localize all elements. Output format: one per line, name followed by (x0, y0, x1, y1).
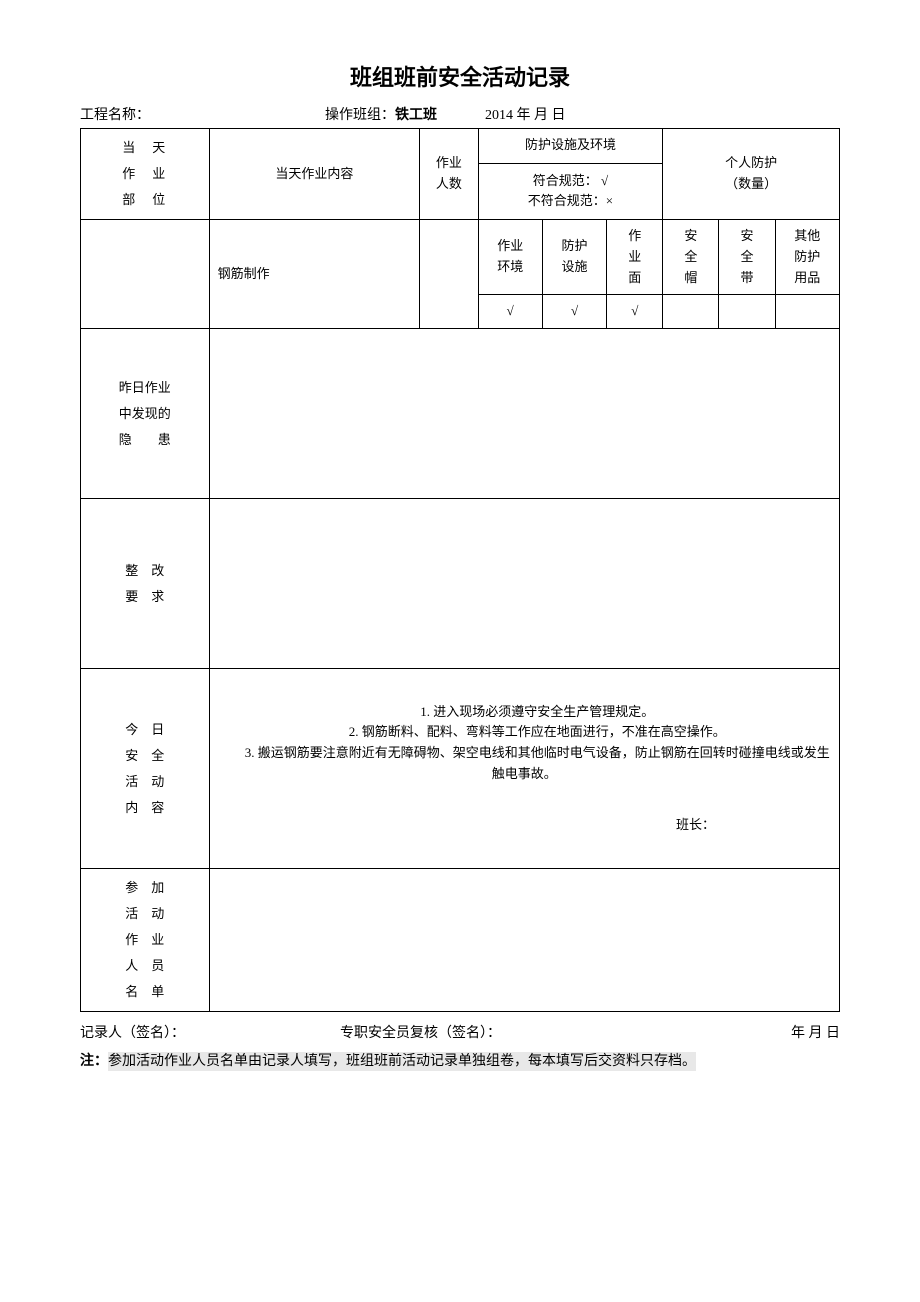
footnote: 注：参加活动作业人员名单由记录人填写，班组班前活动记录单独组卷，每本填写后交资料… (80, 1050, 840, 1070)
date-field: 2014 年 月 日 (485, 104, 566, 124)
mark-helmet (663, 295, 719, 329)
meta-line: 工程名称： 操作班组：铁工班 2014 年 月 日 (80, 104, 840, 124)
mark-facility: √ (542, 295, 606, 329)
label-attendees: 参 加 活 动 作 业 人 员 名 单 (81, 869, 210, 1012)
document-title: 班组班前安全活动记录 (80, 60, 840, 92)
team-value: 铁工班 (395, 108, 437, 123)
mark-workface: √ (607, 295, 663, 329)
mark-env: √ (478, 295, 542, 329)
header-worker-count: 作业 人数 (420, 129, 478, 220)
project-name-field: 工程名称： (80, 104, 325, 124)
note-text: 参加活动作业人员名单由记录人填写，班组班前活动记录单独组卷，每本填写后交资料只存… (108, 1052, 696, 1071)
team-leader-signature: 班长： (214, 815, 835, 836)
mark-other-ppe (775, 295, 839, 329)
today-activity-text: 1. 进入现场必须遵守安全生产管理规定。 2. 钢筋断料、配料、弯料等工作应在地… (214, 702, 835, 785)
cell-today-activity: 1. 进入现场必须遵守安全生产管理规定。 2. 钢筋断料、配料、弯料等工作应在地… (209, 669, 839, 869)
header-work-position: 当 天 作 业 部 位 (81, 129, 210, 220)
label-today-activity: 今 日 安 全 活 动 内 容 (81, 669, 210, 869)
header-spec-note: 符合规范： √ 不符合规范：× (478, 163, 663, 219)
reviewer-signature: 专职安全员复核（签名）： (340, 1022, 600, 1042)
team-field: 操作班组：铁工班 (325, 104, 485, 124)
note-label: 注： (80, 1054, 108, 1069)
label-yesterday-hazard: 昨日作业 中发现的 隐 患 (81, 329, 210, 499)
cell-yesterday-hazard (209, 329, 839, 499)
team-label: 操作班组： (325, 108, 395, 123)
record-table: 当 天 作 业 部 位 当天作业内容 作业 人数 防护设施及环境 个人防护 （数… (80, 128, 840, 1012)
footer-date: 年 月 日 (600, 1022, 840, 1042)
cell-rectify (209, 499, 839, 669)
header-ppe: 个人防护 （数量） (663, 129, 840, 220)
cell-attendees (209, 869, 839, 1012)
cell-worker-count (420, 220, 478, 329)
header-work-content: 当天作业内容 (209, 129, 419, 220)
subhead-other-ppe: 其他 防护 用品 (775, 220, 839, 295)
recorder-signature: 记录人（签名）： (80, 1022, 340, 1042)
footer-signatures: 记录人（签名）： 专职安全员复核（签名）： 年 月 日 (80, 1022, 840, 1042)
subhead-helmet: 安 全 帽 (663, 220, 719, 295)
subhead-env: 作业 环境 (478, 220, 542, 295)
subhead-workface: 作 业 面 (607, 220, 663, 295)
cell-work-position (81, 220, 210, 329)
subhead-facility: 防护 设施 (542, 220, 606, 295)
mark-belt (719, 295, 775, 329)
cell-work-content: 钢筋制作 (209, 220, 419, 329)
header-protection-env: 防护设施及环境 (478, 129, 663, 164)
label-rectify: 整 改 要 求 (81, 499, 210, 669)
subhead-belt: 安 全 带 (719, 220, 775, 295)
